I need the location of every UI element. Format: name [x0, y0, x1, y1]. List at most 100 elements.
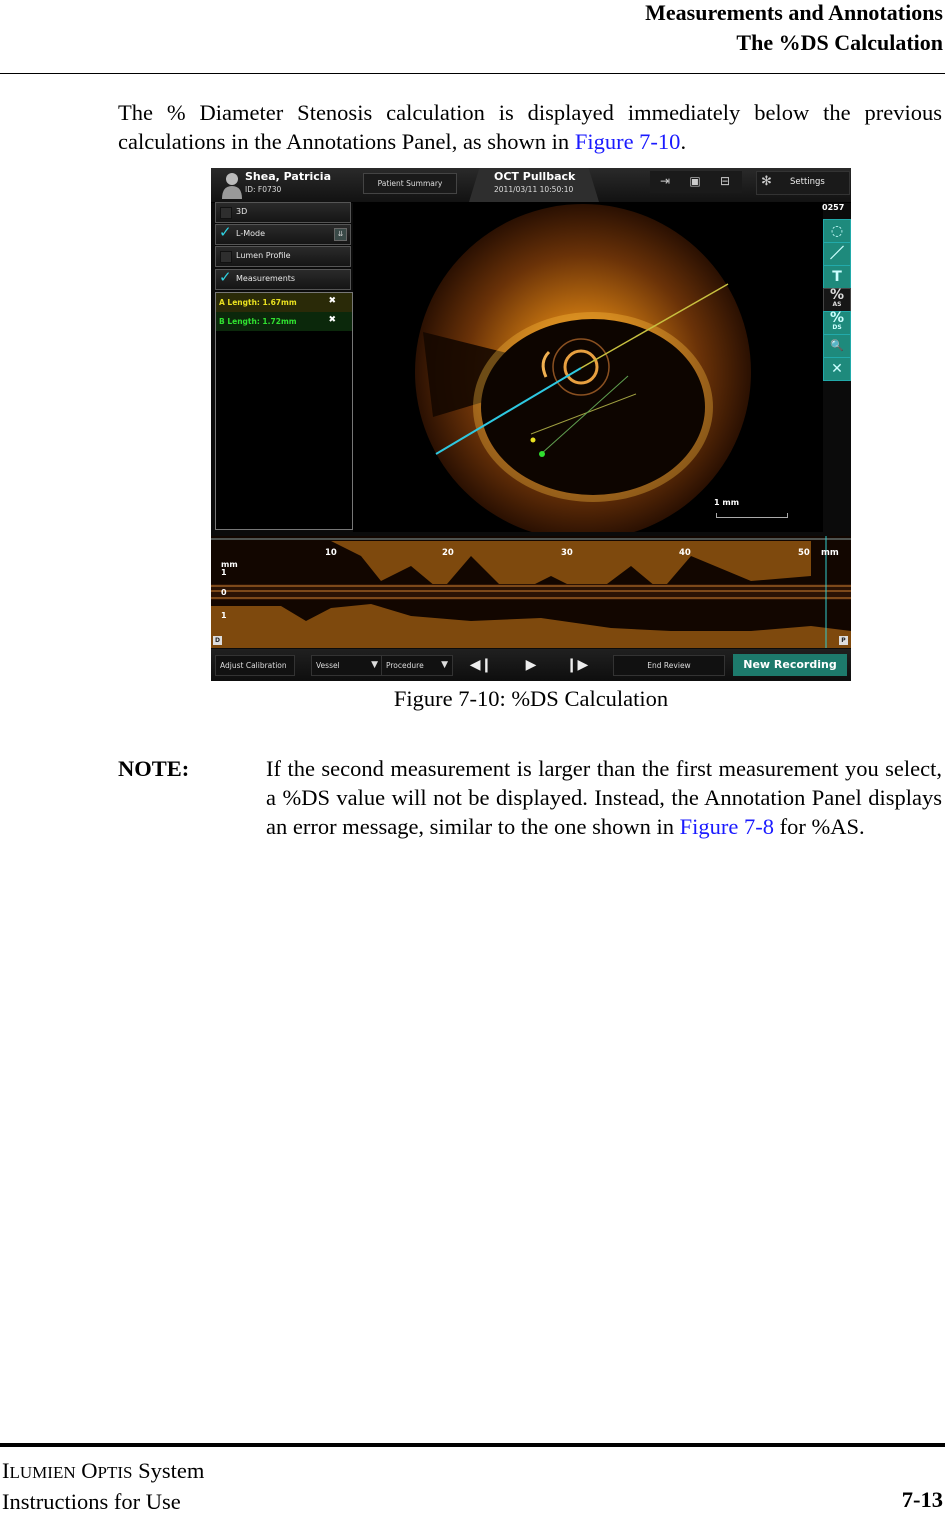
mode-title: OCT Pullback — [494, 170, 576, 183]
length-tool-icon[interactable]: ／ — [823, 242, 851, 266]
measurement-a-label: A Length: 1.67mm — [219, 298, 297, 307]
patient-summary-button[interactable]: Patient Summary — [363, 173, 457, 194]
tool-glyph: 🔍 — [830, 339, 844, 352]
tool-glyph: ✕ — [831, 361, 843, 377]
text-tool-icon[interactable]: T — [823, 265, 851, 289]
footer-word: System — [132, 1458, 205, 1483]
l-mode-axis-label: 1 — [221, 611, 227, 620]
patient-name: Shea, Patricia — [245, 170, 332, 183]
page-number: 7-13 — [901, 1487, 943, 1512]
play-button[interactable]: ▶ — [511, 651, 551, 679]
l-mode-tick: 10 — [325, 548, 337, 558]
toolbar-group: ⇥ ▣ ⊟ — [650, 171, 742, 193]
tool-sub: AS — [832, 301, 842, 308]
checkmark-icon[interactable]: ✓ — [219, 223, 232, 241]
delete-icon[interactable]: ✖ — [328, 296, 336, 306]
option-label: 3D — [236, 207, 248, 216]
checkmark-icon[interactable]: ✓ — [219, 268, 232, 286]
l-mode-tick: 20 — [442, 548, 454, 558]
delete-icon[interactable]: ✖ — [328, 315, 336, 325]
note-body: If the second measurement is larger than… — [266, 754, 942, 841]
checkbox-3d[interactable] — [220, 207, 232, 219]
intro-end: . — [680, 129, 687, 154]
settings-label: Settings — [790, 177, 825, 187]
gear-icon: ✻ — [761, 174, 772, 189]
footer-word: I — [2, 1458, 10, 1483]
print-icon[interactable]: ⊟ — [718, 174, 732, 188]
l-mode-lower-wall — [211, 604, 851, 648]
tool-glyph: T — [832, 269, 842, 285]
l-mode-view[interactable]: 10 20 30 40 50 mm mm 1 0 1 D P — [211, 536, 851, 648]
figure-7-8-link[interactable]: Figure 7-8 — [680, 814, 774, 839]
footer-product-name: ILUMIEN OPTIS System — [2, 1456, 204, 1487]
option-lumen-profile[interactable]: Lumen Profile — [215, 246, 351, 267]
scale-label: 1 mm — [714, 498, 740, 507]
intro-paragraph: The % Diameter Stenosis calculation is d… — [118, 98, 942, 156]
new-recording-button[interactable]: New Recording — [733, 654, 847, 676]
note-label: NOTE: — [118, 756, 190, 781]
tool-glyph: ◌ — [830, 223, 844, 239]
option-3d[interactable]: 3D — [215, 202, 351, 223]
next-frame-button[interactable]: ❙▶ — [557, 651, 597, 679]
footer-doc-title: Instructions for Use — [2, 1489, 181, 1514]
vessel-dropdown[interactable]: Vessel ▼ — [311, 655, 383, 676]
tool-sub: DS — [832, 324, 842, 331]
header-section: The %DS Calculation — [736, 30, 943, 55]
intro-text: The % Diameter Stenosis calculation is d… — [118, 100, 942, 154]
vessel-label: Vessel — [316, 661, 340, 670]
l-mode-tick: 50 — [798, 548, 810, 558]
footer-rule — [0, 1443, 945, 1447]
area-tool-icon[interactable]: ◌ — [823, 219, 851, 243]
percent-as-tool-icon[interactable]: % AS — [823, 288, 851, 312]
l-mode-image — [211, 536, 851, 648]
frame-number: 0257 — [822, 203, 845, 212]
measurement-a-row[interactable]: A Length: 1.67mm ✖ — [216, 293, 352, 312]
camera-icon[interactable]: ▣ — [688, 174, 702, 188]
l-mode-tick: 30 — [561, 548, 573, 558]
footer-word: PTIS — [97, 1463, 133, 1482]
annotations-panel: A Length: 1.67mm ✖ B Length: 1.72mm ✖ — [215, 292, 353, 530]
export-icon[interactable]: ⇥ — [658, 174, 672, 188]
option-l-mode[interactable]: ✓ L-Mode ⇊ — [215, 223, 351, 245]
end-review-button[interactable]: End Review — [613, 655, 725, 676]
figure-7-10-link[interactable]: Figure 7-10 — [575, 129, 681, 154]
tool-glyph: ／ — [830, 246, 844, 262]
option-measurements[interactable]: ✓ Measurements — [215, 268, 351, 290]
l-mode-unit: mm — [821, 548, 839, 558]
footer-word: O — [81, 1458, 98, 1483]
chevron-down-icon[interactable]: ⇊ — [334, 228, 347, 241]
scale-bar — [716, 513, 788, 518]
patient-avatar-icon — [222, 173, 242, 199]
note-end: for %AS. — [774, 814, 865, 839]
option-label: Lumen Profile — [236, 251, 291, 260]
measurement-b-row[interactable]: B Length: 1.72mm ✖ — [216, 312, 352, 331]
oct-cross-section-image[interactable] — [353, 202, 823, 532]
l-mode-axis-label: 1 — [221, 568, 227, 577]
measurement-a-endpoint[interactable] — [530, 437, 536, 443]
procedure-label: Procedure — [386, 661, 424, 670]
zoom-tool-icon[interactable]: 🔍 — [823, 334, 851, 358]
l-mode-axis-label: 0 — [221, 588, 227, 597]
oct-screenshot-figure: Shea, Patricia ID: F0730 Patient Summary… — [211, 168, 851, 681]
measurement-b-endpoint[interactable] — [539, 451, 545, 457]
distal-marker: D — [213, 636, 222, 645]
header-rule — [0, 73, 945, 74]
adjust-calibration-button[interactable]: Adjust Calibration — [215, 655, 295, 676]
dropdown-arrow-icon: ▼ — [371, 660, 378, 670]
measurement-b-label: B Length: 1.72mm — [219, 317, 297, 326]
l-mode-tick: 40 — [679, 548, 691, 558]
clear-tool-icon[interactable]: ✕ — [823, 357, 851, 381]
footer-product: ILUMIEN OPTIS System Instructions for Us… — [2, 1456, 204, 1516]
checkbox-lumen-profile[interactable] — [220, 251, 232, 263]
patient-id: ID: F0730 — [245, 185, 282, 194]
header-chapter: Measurements and Annotations — [645, 0, 943, 25]
figure-caption: Figure 7-10: %DS Calculation — [393, 686, 669, 711]
option-label: L-Mode — [236, 229, 265, 238]
procedure-dropdown[interactable]: Procedure ▼ — [381, 655, 453, 676]
option-label: Measurements — [236, 274, 296, 283]
percent-ds-tool-icon[interactable]: % DS — [823, 311, 851, 335]
bottom-bar: Adjust Calibration Vessel ▼ Procedure ▼ ◀❙… — [211, 649, 851, 681]
settings-button[interactable]: ✻ Settings — [756, 171, 850, 195]
proximal-marker: P — [839, 636, 848, 645]
previous-frame-button[interactable]: ◀❙ — [461, 651, 501, 679]
